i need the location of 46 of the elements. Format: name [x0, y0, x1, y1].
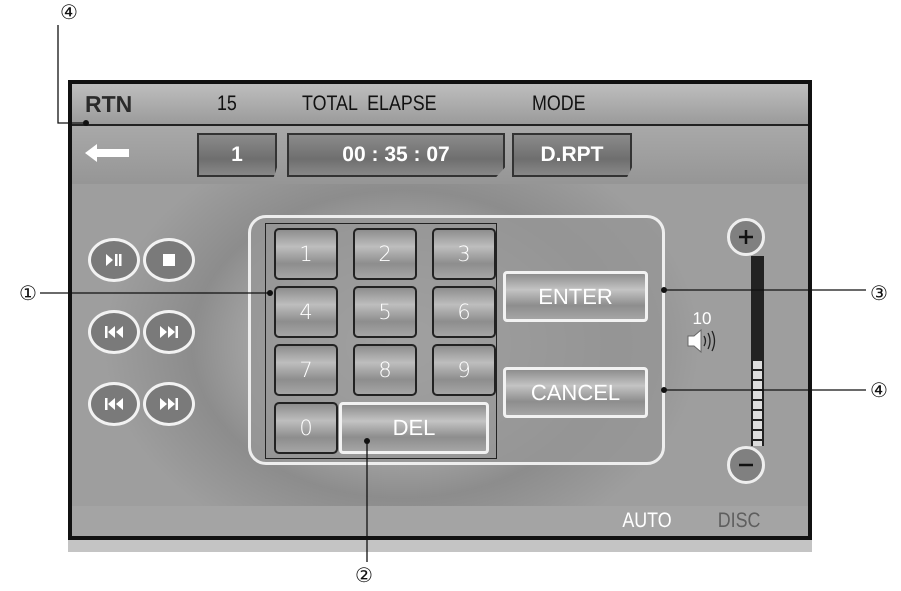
play-pause-button[interactable]: [88, 238, 140, 282]
next-button[interactable]: [143, 382, 195, 426]
cancel-button[interactable]: CANCEL: [503, 367, 648, 418]
number-key[interactable]: 1: [274, 228, 338, 280]
time-field: 00 : 35 : 07: [287, 133, 505, 177]
back-arrow-icon[interactable]: [85, 144, 129, 162]
volume-up-button[interactable]: [727, 218, 765, 256]
skip-back-icon: [104, 325, 124, 339]
return-label[interactable]: RTN: [72, 90, 217, 118]
previous-button[interactable]: [88, 310, 140, 354]
plus-icon: [738, 229, 754, 245]
callout-number: ④: [60, 2, 78, 22]
number-key[interactable]: 7: [274, 344, 338, 396]
number-key[interactable]: 0: [274, 402, 338, 454]
number-key[interactable]: 5: [353, 286, 417, 338]
number-key[interactable]: 2: [353, 228, 417, 280]
play-pause-icon: [105, 253, 123, 267]
minus-icon: [738, 463, 754, 467]
next-button[interactable]: [143, 310, 195, 354]
mode-field: D.RPT: [512, 133, 632, 177]
volume-reading: 10: [692, 309, 712, 329]
mode-indicator[interactable]: AUTO: [622, 509, 672, 533]
track-field: 1: [197, 133, 277, 177]
enter-button[interactable]: ENTER: [503, 271, 648, 322]
stop-button[interactable]: [143, 238, 195, 282]
number-key[interactable]: 8: [353, 344, 417, 396]
volume-down-button[interactable]: [727, 446, 765, 484]
skip-forward-icon: [159, 397, 179, 411]
skip-back-icon: [104, 397, 124, 411]
number-key[interactable]: 6: [432, 286, 496, 338]
delete-button[interactable]: DEL: [339, 402, 489, 454]
speaker-icon: [687, 329, 717, 353]
number-key[interactable]: 3: [432, 228, 496, 280]
callout-number: ②: [355, 565, 373, 585]
mode-indicator[interactable]: DISC: [718, 509, 760, 533]
time-label: TOTAL ELAPSE: [302, 92, 438, 116]
callout-number: ③: [870, 283, 888, 303]
number-key[interactable]: 4: [274, 286, 338, 338]
previous-button[interactable]: [88, 382, 140, 426]
track-label: 15: [217, 92, 238, 116]
stop-icon: [163, 254, 175, 266]
mode-label: MODE: [532, 92, 586, 116]
skip-forward-icon: [159, 325, 179, 339]
number-key[interactable]: 9: [432, 344, 496, 396]
callout-number: ①: [19, 283, 37, 303]
callout-number: ④: [870, 380, 888, 400]
